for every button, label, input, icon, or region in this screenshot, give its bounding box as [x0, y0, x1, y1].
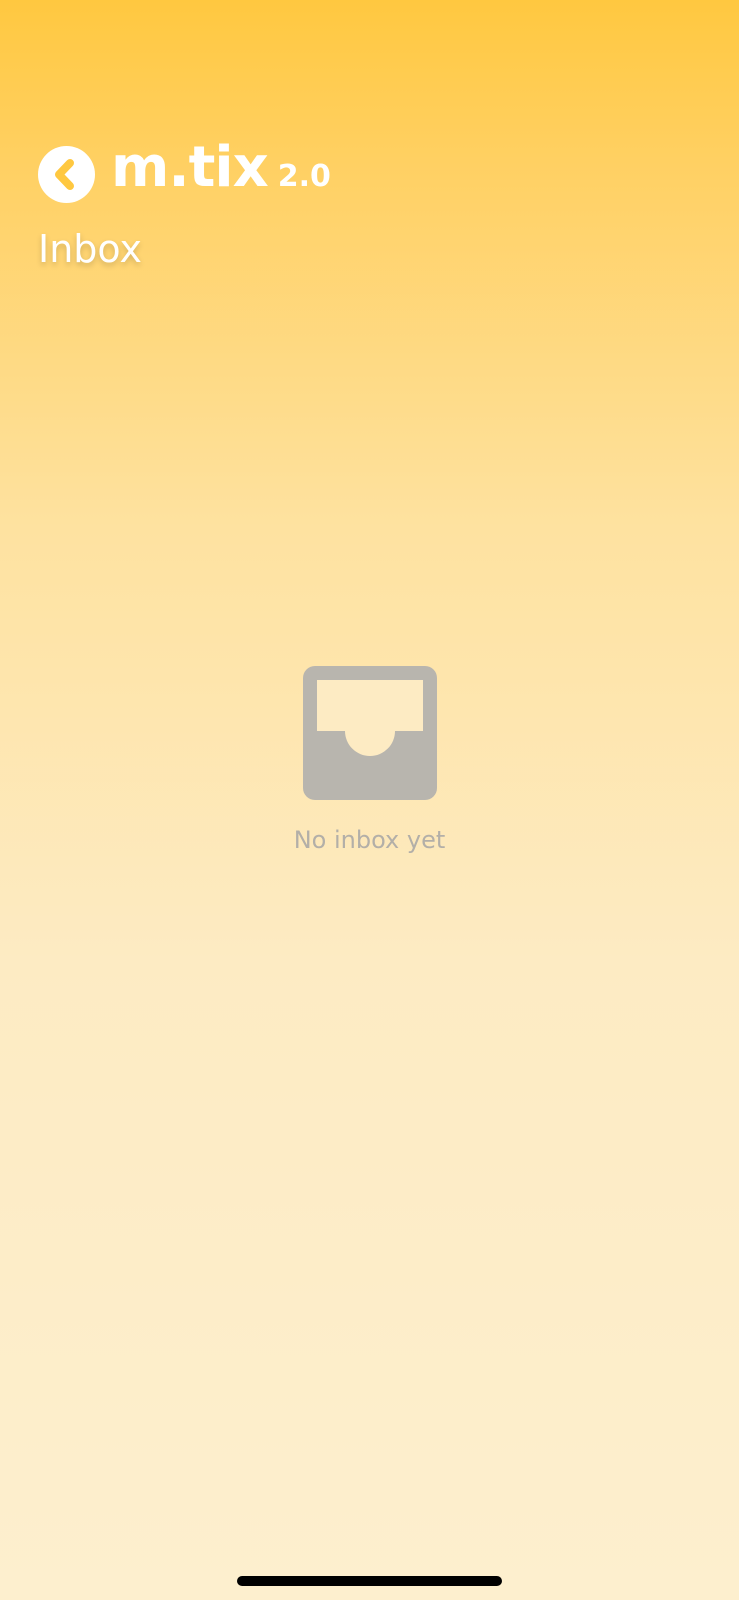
app-logo: m.tix 2.0	[111, 140, 331, 196]
inbox-tray-icon	[302, 666, 437, 800]
logo-version: 2.0	[277, 159, 331, 194]
header: m.tix 2.0 Inbox	[38, 140, 438, 286]
empty-state: No inbox yet	[0, 666, 739, 852]
chevron-left-icon	[55, 159, 74, 190]
logo-text: m.tix	[111, 135, 269, 200]
home-indicator[interactable]	[237, 1576, 502, 1586]
page-title: Inbox	[38, 227, 142, 271]
back-button[interactable]	[38, 146, 95, 203]
empty-message: No inbox yet	[293, 826, 446, 854]
